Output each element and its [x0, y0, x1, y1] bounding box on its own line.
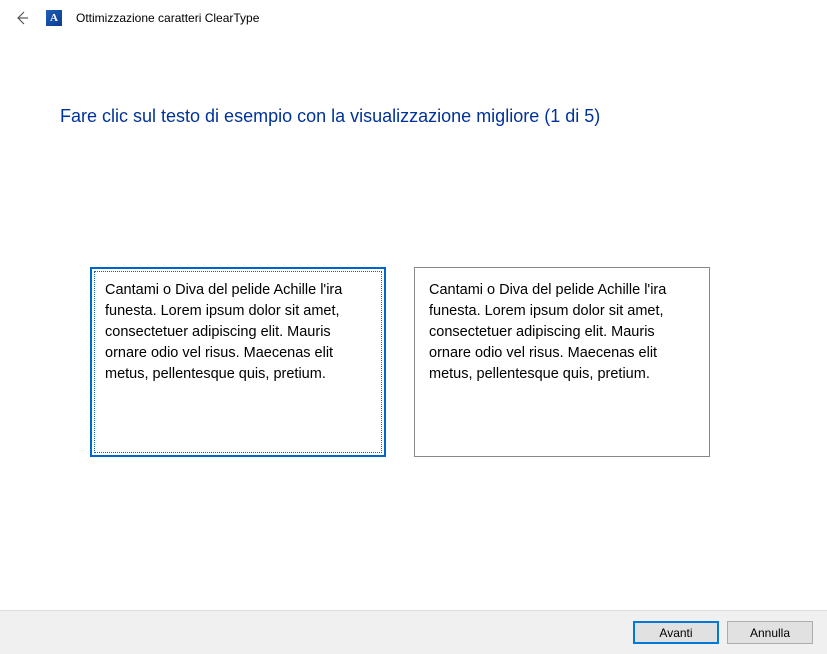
app-icon-letter: A	[50, 12, 58, 24]
window-title: Ottimizzazione caratteri ClearType	[76, 11, 259, 25]
back-arrow-icon	[14, 10, 30, 26]
next-button[interactable]: Avanti	[633, 621, 719, 644]
sample-text: Cantami o Diva del pelide Achille l'ira …	[105, 282, 342, 382]
sample-text: Cantami o Diva del pelide Achille l'ira …	[429, 282, 666, 382]
sample-row: Cantami o Diva del pelide Achille l'ira …	[60, 267, 767, 457]
main-content: Fare clic sul testo di esempio con la vi…	[0, 106, 827, 457]
sample-option-2[interactable]: Cantami o Diva del pelide Achille l'ira …	[414, 267, 710, 457]
instruction-heading: Fare clic sul testo di esempio con la vi…	[60, 106, 767, 127]
footer-bar: Avanti Annulla	[0, 610, 827, 654]
cancel-button[interactable]: Annulla	[727, 621, 813, 644]
back-button[interactable]	[12, 8, 32, 28]
header-bar: A Ottimizzazione caratteri ClearType	[0, 0, 827, 36]
app-icon: A	[46, 10, 62, 26]
sample-option-1[interactable]: Cantami o Diva del pelide Achille l'ira …	[90, 267, 386, 457]
